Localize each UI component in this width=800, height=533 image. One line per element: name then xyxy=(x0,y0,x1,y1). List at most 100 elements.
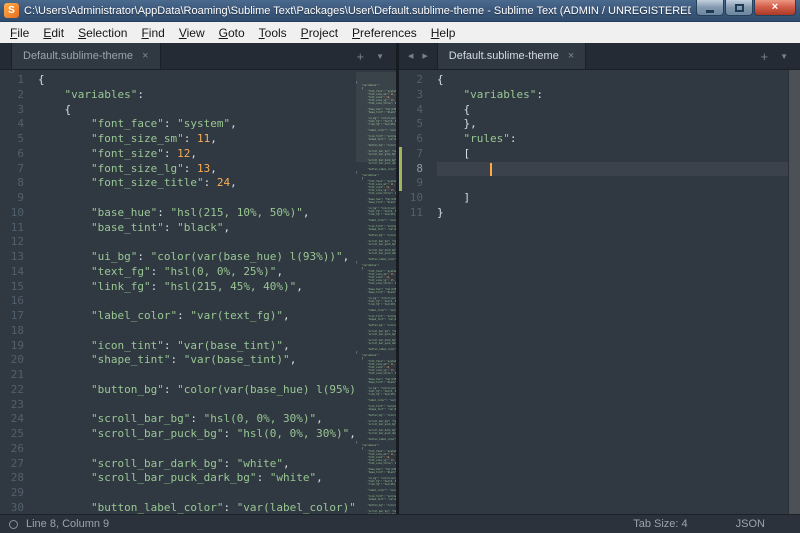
title-bar[interactable]: S C:\Users\Administrator\AppData\Roaming… xyxy=(0,0,800,22)
code-line-4[interactable]: "font_face": "system", xyxy=(38,117,356,132)
line-number: 6 xyxy=(0,147,34,162)
new-tab-button[interactable]: + xyxy=(760,50,768,63)
code-line-5[interactable]: "font_size_sm": 11, xyxy=(38,132,356,147)
code-line-20[interactable]: "shape_tint": "var(base_tint)", xyxy=(38,353,356,368)
code-line-27[interactable]: "scroll_bar_dark_bg": "white", xyxy=(38,457,356,472)
code-line-24[interactable]: "scroll_bar_bg": "hsl(0, 0%, 30%)", xyxy=(38,412,356,427)
menu-item-find[interactable]: Find xyxy=(134,24,171,42)
line-number: 21 xyxy=(0,368,34,383)
code-line-7[interactable]: "font_size_lg": 13, xyxy=(38,162,356,177)
code-line-2[interactable]: "variables": xyxy=(38,88,356,103)
pane-left: Default.sublime-theme × + ▼ 123456789101… xyxy=(0,43,396,514)
code-line-3[interactable]: "variables": xyxy=(437,88,788,103)
code-line-16[interactable] xyxy=(38,294,356,309)
code-line-25[interactable]: "scroll_bar_puck_bg": "hsl(0, 0%, 30%)", xyxy=(38,427,356,442)
line-number: 15 xyxy=(0,280,34,295)
tab-left-default-sublime-theme[interactable]: Default.sublime-theme × xyxy=(11,43,161,69)
pane-right: ◀ ▶ Default.sublime-theme × + ▼ 23456789… xyxy=(399,43,800,514)
minimap[interactable]: { "variables": { "font_face": "system", … xyxy=(356,70,396,514)
line-number: 17 xyxy=(0,309,34,324)
code-line-18[interactable] xyxy=(38,324,356,339)
modified-marker xyxy=(399,147,402,191)
code-line-11[interactable]: "base_tint": "black", xyxy=(38,221,356,236)
tab-controls-right: + ▼ xyxy=(748,43,800,69)
line-number: 19 xyxy=(0,339,34,354)
line-number: 13 xyxy=(0,250,34,265)
code-line-10[interactable]: ] xyxy=(437,191,788,206)
menu-item-preferences[interactable]: Preferences xyxy=(345,24,424,42)
code-line-1[interactable]: { xyxy=(38,73,356,88)
menu-item-file[interactable]: File xyxy=(3,24,36,42)
menu-item-project[interactable]: Project xyxy=(294,24,345,42)
status-right: Tab Size: 4 JSON xyxy=(633,518,791,530)
tab-scroll-arrows: ◀ ▶ xyxy=(399,43,437,69)
code-line-2[interactable]: { xyxy=(437,73,788,88)
maximize-icon xyxy=(735,4,744,12)
tab-overflow-button[interactable]: ▼ xyxy=(780,52,788,61)
tab-close-icon[interactable]: × xyxy=(568,50,574,62)
code-line-19[interactable]: "icon_tint": "var(base_tint)", xyxy=(38,339,356,354)
code-line-21[interactable] xyxy=(38,368,356,383)
editor-right[interactable]: 234567891011 { "variables": { }, "rules"… xyxy=(399,70,800,514)
code-line-6[interactable]: "font_size": 12, xyxy=(38,147,356,162)
code-line-26[interactable] xyxy=(38,442,356,457)
menu-item-tools[interactable]: Tools xyxy=(252,24,294,42)
sublime-window: S C:\Users\Administrator\AppData\Roaming… xyxy=(0,0,800,533)
code-line-8[interactable] xyxy=(437,162,788,177)
new-tab-button[interactable]: + xyxy=(356,50,364,63)
app-icon-letter: S xyxy=(8,5,15,16)
code-line-5[interactable]: }, xyxy=(437,117,788,132)
code-line-23[interactable] xyxy=(38,398,356,413)
line-number: 11 xyxy=(399,206,433,221)
code-line-6[interactable]: "rules": xyxy=(437,132,788,147)
menu-item-help[interactable]: Help xyxy=(424,24,463,42)
menu-item-view[interactable]: View xyxy=(172,24,212,42)
tab-bar-left: Default.sublime-theme × + ▼ xyxy=(0,43,396,70)
window-controls: × xyxy=(696,0,796,16)
code-line-7[interactable]: [ xyxy=(437,147,788,162)
editor-left[interactable]: 1234567891011121314151617181920212223242… xyxy=(0,70,396,514)
code-line-9[interactable] xyxy=(437,176,788,191)
tab-overflow-button[interactable]: ▼ xyxy=(376,52,384,61)
minimize-button[interactable] xyxy=(696,0,724,16)
line-number: 4 xyxy=(399,103,433,118)
code-line-11[interactable]: } xyxy=(437,206,788,221)
tab-scroll-left-button[interactable]: ◀ xyxy=(408,52,413,60)
tab-scroll-right-button[interactable]: ▶ xyxy=(422,52,427,60)
code-line-12[interactable] xyxy=(38,235,356,250)
line-number: 12 xyxy=(0,235,34,250)
code-line-8[interactable]: "font_size_title": 24, xyxy=(38,176,356,191)
menu-item-edit[interactable]: Edit xyxy=(36,24,71,42)
code-line-15[interactable]: "link_fg": "hsl(215, 45%, 40%)", xyxy=(38,280,356,295)
tab-bar-right: ◀ ▶ Default.sublime-theme × + ▼ xyxy=(399,43,800,70)
line-number: 2 xyxy=(399,73,433,88)
code-line-13[interactable]: "ui_bg": "color(var(base_hue) l(93%))", xyxy=(38,250,356,265)
code-line-28[interactable]: "scroll_bar_puck_dark_bg": "white", xyxy=(38,471,356,486)
line-number: 29 xyxy=(0,486,34,501)
code-line-9[interactable] xyxy=(38,191,356,206)
scrollbar[interactable] xyxy=(788,70,800,514)
code-area[interactable]: { "variables": { }, "rules": [ ]} xyxy=(433,70,788,514)
code-line-10[interactable]: "base_hue": "hsl(215, 10%, 50%)", xyxy=(38,206,356,221)
tab-right-default-sublime-theme[interactable]: Default.sublime-theme × xyxy=(437,43,587,69)
tab-close-icon[interactable]: × xyxy=(142,50,148,62)
line-number: 26 xyxy=(0,442,34,457)
code-area[interactable]: { "variables": { "font_face": "system", … xyxy=(34,70,356,514)
menu-item-selection[interactable]: Selection xyxy=(71,24,134,42)
code-line-14[interactable]: "text_fg": "hsl(0, 0%, 25%)", xyxy=(38,265,356,280)
code-line-29[interactable] xyxy=(38,486,356,501)
line-number: 30 xyxy=(0,501,34,514)
code-line-22[interactable]: "button_bg": "color(var(base_hue) l(95%)… xyxy=(38,383,356,398)
line-number: 4 xyxy=(0,117,34,132)
close-button[interactable]: × xyxy=(754,0,796,16)
code-line-4[interactable]: { xyxy=(437,103,788,118)
tab-size-label[interactable]: Tab Size: 4 xyxy=(633,518,687,530)
code-line-3[interactable]: { xyxy=(38,103,356,118)
menu-item-goto[interactable]: Goto xyxy=(212,24,252,42)
code-line-17[interactable]: "label_color": "var(text_fg)", xyxy=(38,309,356,324)
line-number: 8 xyxy=(399,162,433,177)
code-line-30[interactable]: "button_label_color": "var(label_color)"… xyxy=(38,501,356,514)
maximize-button[interactable] xyxy=(725,0,753,16)
syntax-label[interactable]: JSON xyxy=(736,518,765,530)
close-icon: × xyxy=(772,2,778,13)
